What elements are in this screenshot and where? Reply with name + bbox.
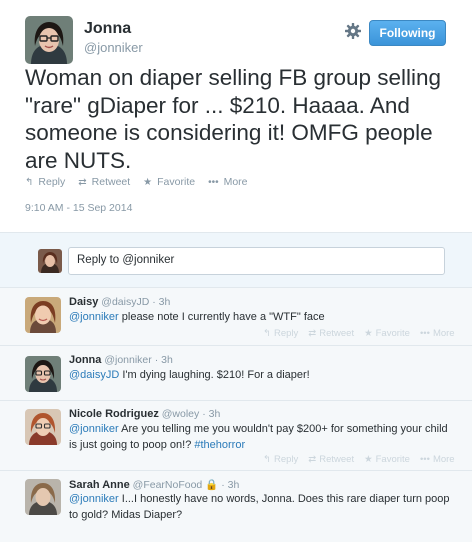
reply-label: Reply bbox=[38, 176, 66, 188]
more-button[interactable]: ••• More bbox=[208, 176, 247, 188]
reply-author-handle[interactable]: @woley bbox=[162, 408, 200, 420]
favorite-label: Favorite bbox=[375, 328, 410, 339]
reply-body: I'm dying laughing. $210! For a diaper! bbox=[119, 369, 310, 381]
mention-link[interactable]: @jonniker bbox=[69, 423, 119, 435]
favorite-button[interactable]: ★ Favorite bbox=[364, 328, 410, 339]
replies-list: Daisy @daisyJD · 3h @jonniker please not… bbox=[0, 288, 472, 542]
more-label: More bbox=[432, 328, 455, 339]
mention-link[interactable]: @jonniker bbox=[69, 311, 119, 323]
tweet-text: Woman on diaper selling FB group selling… bbox=[25, 65, 442, 173]
favorite-button[interactable]: ★ Favorite bbox=[143, 176, 195, 188]
retweet-icon: ⇄ bbox=[308, 328, 317, 339]
star-icon: ★ bbox=[143, 176, 153, 188]
reply-author-name[interactable]: Daisy bbox=[69, 296, 98, 308]
reply-author-handle[interactable]: @daisyJD bbox=[101, 296, 149, 308]
reply-author-name[interactable]: Jonna bbox=[69, 354, 101, 366]
reply-icon: ↰ bbox=[25, 176, 34, 188]
retweet-icon: ⇄ bbox=[78, 176, 87, 188]
reply-text: @jonniker please note I currently have a… bbox=[69, 309, 454, 325]
lock-icon: 🔒 bbox=[205, 479, 219, 491]
reply-label: Reply bbox=[273, 454, 299, 465]
star-icon: ★ bbox=[364, 328, 373, 339]
reply-text: @jonniker Are you telling me you wouldn'… bbox=[69, 421, 454, 453]
retweet-label: Retweet bbox=[319, 328, 355, 339]
favorite-label: Favorite bbox=[157, 176, 196, 188]
avatar[interactable] bbox=[25, 297, 61, 333]
reply-body: Are you telling me you wouldn't pay $200… bbox=[69, 423, 448, 451]
tweet-actions: ↰ Reply ⇄ Retweet ★ Favorite ••• More bbox=[25, 176, 248, 188]
favorite-label: Favorite bbox=[375, 454, 410, 465]
author-name[interactable]: Jonna bbox=[84, 20, 131, 38]
avatar[interactable] bbox=[25, 16, 73, 64]
reply-button[interactable]: ↰ Reply bbox=[263, 328, 298, 339]
reply-age[interactable]: 3h bbox=[161, 354, 173, 366]
list-item[interactable]: Nicole Rodriguez @woley · 3h @jonniker A… bbox=[0, 401, 472, 471]
reply-author-handle[interactable]: @FearNoFood bbox=[133, 479, 203, 491]
retweet-button[interactable]: ⇄ Retweet bbox=[78, 176, 130, 188]
more-label: More bbox=[432, 454, 455, 465]
more-label: More bbox=[223, 176, 248, 188]
retweet-label: Retweet bbox=[91, 176, 131, 188]
star-icon: ★ bbox=[364, 454, 373, 465]
hashtag-link[interactable]: #thehorror bbox=[194, 439, 245, 451]
more-icon: ••• bbox=[419, 454, 430, 465]
retweet-button[interactable]: ⇄ Retweet bbox=[308, 454, 354, 465]
reply-body: please note I currently have a "WTF" fac… bbox=[118, 311, 325, 323]
more-button[interactable]: ••• More bbox=[420, 328, 455, 339]
retweet-button[interactable]: ⇄ Retweet bbox=[308, 328, 354, 339]
avatar[interactable] bbox=[25, 356, 61, 392]
reply-age[interactable]: 3h bbox=[209, 408, 221, 420]
reply-body: I...I honestly have no words, Jonna. Doe… bbox=[69, 493, 450, 521]
reply-author-handle[interactable]: @jonniker bbox=[104, 354, 151, 366]
reply-text: @jonniker I...I honestly have no words, … bbox=[69, 491, 454, 523]
reply-header: Sarah Anne @FearNoFood 🔒 · 3h bbox=[69, 478, 239, 491]
reply-header: Nicole Rodriguez @woley · 3h bbox=[69, 408, 220, 420]
reply-button[interactable]: ↰ Reply bbox=[263, 454, 298, 465]
reply-input[interactable]: Reply to @jonniker bbox=[68, 247, 445, 275]
list-item[interactable]: Sarah Anne @FearNoFood 🔒 · 3h @jonniker … bbox=[0, 471, 472, 542]
more-button[interactable]: ••• More bbox=[420, 454, 455, 465]
tweet-timestamp[interactable]: 9:10 AM - 15 Sep 2014 bbox=[25, 202, 132, 214]
reply-actions: ↰ Reply ⇄ Retweet ★ Favorite ••• More bbox=[263, 328, 455, 339]
retweet-label: Retweet bbox=[319, 454, 355, 465]
reply-age[interactable]: 3h bbox=[159, 296, 171, 308]
mention-link[interactable]: @daisyJD bbox=[69, 369, 119, 381]
avatar bbox=[38, 249, 62, 273]
reply-icon: ↰ bbox=[263, 454, 271, 465]
reply-author-name[interactable]: Sarah Anne bbox=[69, 479, 130, 491]
author-handle[interactable]: @jonniker bbox=[84, 40, 143, 55]
main-tweet: Jonna @jonniker Following Woman on diape… bbox=[0, 0, 472, 232]
reply-text: @daisyJD I'm dying laughing. $210! For a… bbox=[69, 367, 454, 383]
gear-icon[interactable] bbox=[344, 22, 362, 40]
avatar[interactable] bbox=[25, 479, 61, 515]
reply-button[interactable]: ↰ Reply bbox=[25, 176, 65, 188]
reply-composer: Reply to @jonniker bbox=[0, 232, 472, 288]
reply-age[interactable]: 3h bbox=[228, 479, 240, 491]
reply-label: Reply bbox=[273, 328, 299, 339]
reply-header: Daisy @daisyJD · 3h bbox=[69, 296, 170, 308]
list-item[interactable]: Jonna @jonniker · 3h @daisyJD I'm dying … bbox=[0, 346, 472, 401]
reply-author-name[interactable]: Nicole Rodriguez bbox=[69, 408, 159, 420]
favorite-button[interactable]: ★ Favorite bbox=[364, 454, 410, 465]
reply-icon: ↰ bbox=[263, 328, 271, 339]
avatar[interactable] bbox=[25, 409, 61, 445]
more-icon: ••• bbox=[208, 176, 219, 188]
mention-link[interactable]: @jonniker bbox=[69, 493, 119, 505]
retweet-icon: ⇄ bbox=[308, 454, 317, 465]
more-icon: ••• bbox=[419, 328, 430, 339]
reply-header: Jonna @jonniker · 3h bbox=[69, 354, 173, 366]
following-button[interactable]: Following bbox=[369, 20, 446, 46]
list-item[interactable]: Daisy @daisyJD · 3h @jonniker please not… bbox=[0, 288, 472, 346]
reply-actions: ↰ Reply ⇄ Retweet ★ Favorite ••• More bbox=[263, 454, 455, 465]
